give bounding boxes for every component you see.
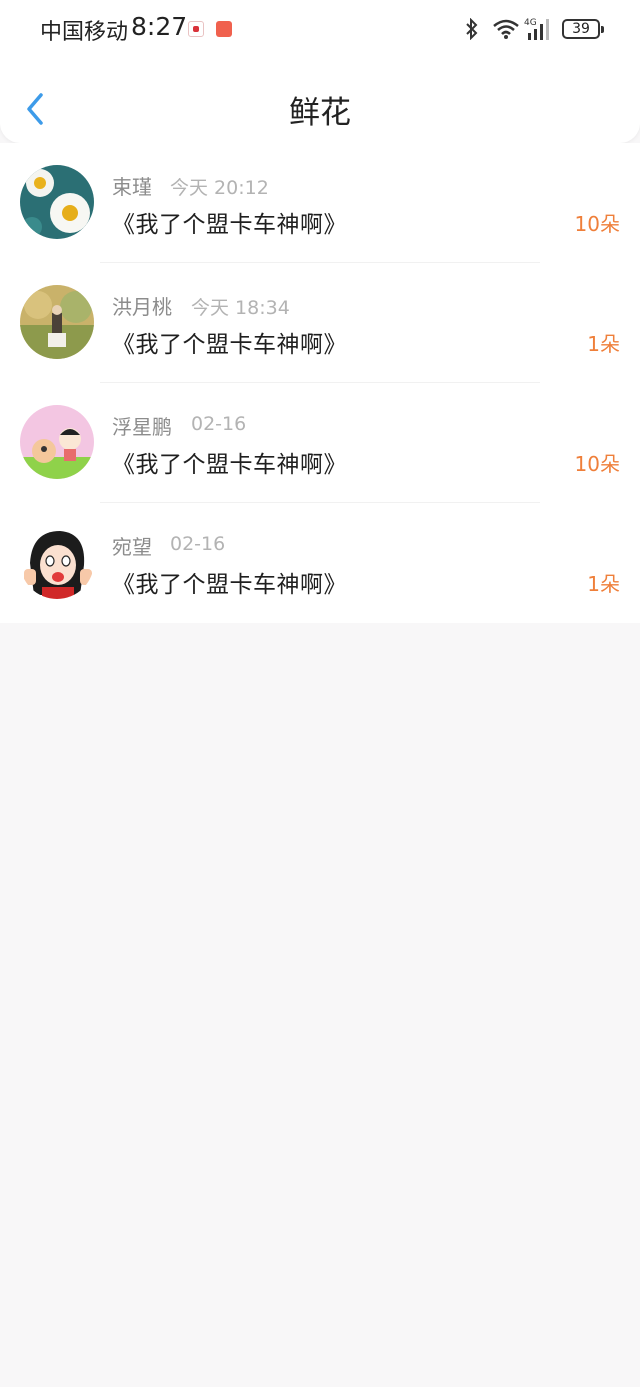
- flower-count: 1朵: [587, 572, 620, 596]
- list-item[interactable]: 束瑾 今天 20:12 《我了个盟卡车神啊》 10朵: [0, 143, 640, 263]
- book-title: 《我了个盟卡车神啊》: [112, 572, 347, 598]
- cellular-signal-icon: 4G: [524, 16, 554, 46]
- header: 中国移动 8:27 4G 39 鲜花: [0, 0, 640, 143]
- sent-time: 02-16: [191, 413, 247, 435]
- flower-count: 10朵: [574, 452, 620, 476]
- app-notification-icon: [188, 21, 204, 37]
- book-title: 《我了个盟卡车神啊》: [112, 332, 347, 358]
- sender-name: 洪月桃: [112, 295, 172, 319]
- bluetooth-icon: [464, 17, 480, 44]
- sender-name: 束瑾: [112, 175, 152, 199]
- flower-list: 束瑾 今天 20:12 《我了个盟卡车神啊》 10朵 洪月桃 今天 18:34 …: [0, 143, 640, 623]
- sent-time: 今天 18:34: [191, 297, 290, 319]
- list-item[interactable]: 宛望 02-16 《我了个盟卡车神啊》 1朵: [0, 503, 640, 623]
- avatar[interactable]: [20, 525, 94, 599]
- avatar[interactable]: [20, 165, 94, 239]
- list-item[interactable]: 洪月桃 今天 18:34 《我了个盟卡车神啊》 1朵: [0, 263, 640, 383]
- reader-notification-icon: [216, 21, 232, 37]
- sent-time: 02-16: [170, 533, 226, 555]
- wifi-icon: [492, 18, 520, 44]
- sender-name: 浮星鹏: [112, 415, 172, 439]
- book-title: 《我了个盟卡车神啊》: [112, 452, 347, 478]
- flower-count: 10朵: [574, 212, 620, 236]
- avatar[interactable]: [20, 405, 94, 479]
- status-bar: 中国移动 8:27 4G 39: [0, 0, 640, 60]
- sender-name: 宛望: [112, 535, 152, 559]
- book-title: 《我了个盟卡车神啊》: [112, 212, 347, 238]
- network-type-label: 4G: [524, 18, 537, 28]
- avatar[interactable]: [20, 285, 94, 359]
- sent-time: 今天 20:12: [170, 177, 269, 199]
- list-item[interactable]: 浮星鹏 02-16 《我了个盟卡车神啊》 10朵: [0, 383, 640, 503]
- battery-indicator: 39: [562, 19, 604, 39]
- page-title: 鲜花: [289, 95, 351, 131]
- carrier-label: 中国移动: [40, 20, 129, 45]
- nav-bar: 鲜花: [0, 75, 640, 139]
- flower-count: 1朵: [587, 332, 620, 356]
- status-time: 8:27: [131, 12, 188, 41]
